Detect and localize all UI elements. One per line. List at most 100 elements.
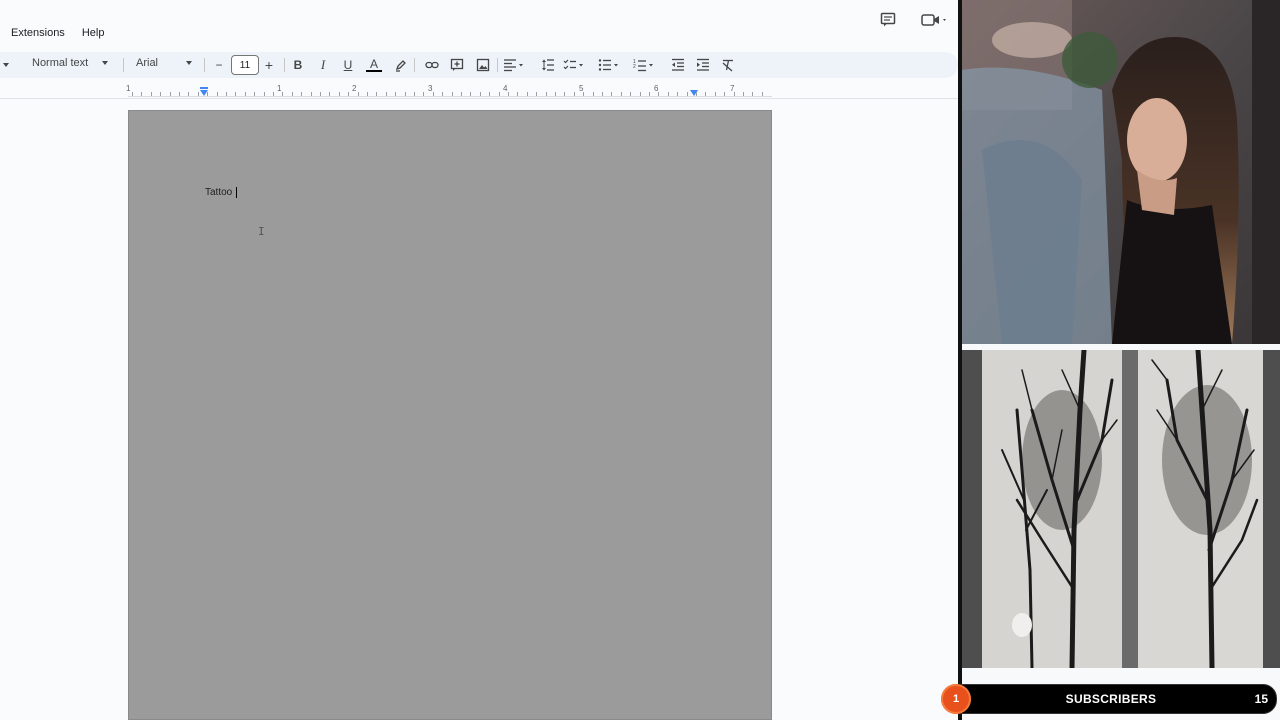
chevron-down-icon [186,61,193,65]
menu-help[interactable]: Help [76,27,111,39]
subscribers-counter-bar: 1 SUBSCRIBERS 15 [941,684,1277,714]
ruler-tick [423,92,424,96]
ruler-tick [245,92,246,96]
increase-indent-icon[interactable] [692,54,714,76]
ruler-tick [677,92,678,96]
ruler-tick [555,92,556,96]
decrease-indent-icon[interactable] [667,54,689,76]
font-select-value: Arial [136,57,159,69]
bulleted-list-icon[interactable] [598,54,620,76]
ruler-tick [508,92,509,96]
checklist-icon[interactable] [563,54,585,76]
style-select[interactable]: Normal text [32,57,109,69]
comment-history-icon[interactable] [878,10,898,30]
document-body-text[interactable]: Tattoo [205,187,238,198]
highlight-pen-icon[interactable] [390,54,412,76]
ruler-tick [358,92,359,96]
mode-menu-caret-icon[interactable] [0,54,12,76]
ruler-tick [724,92,725,96]
ruler-tick [564,92,565,96]
ruler-number: 3 [428,84,433,93]
ruler-tick [687,92,688,96]
ruler-tick [442,92,443,96]
mouse-ibeam-cursor-icon: I [258,225,265,238]
ruler-tick [734,92,735,96]
ruler-tick [762,92,763,96]
meet-video-icon[interactable] [920,10,950,30]
ruler-tick [574,92,575,96]
ruler-tick [235,92,236,96]
ruler-tick [339,92,340,96]
ruler-tick [452,92,453,96]
horizontal-ruler: 1 1 2 3 4 5 6 7 [0,84,958,98]
bold-button[interactable]: B [287,54,309,76]
document-page[interactable]: Tattoo I [128,110,772,720]
ruler-tick [593,92,594,96]
ruler-tick [226,92,227,96]
toolbar-divider [123,58,124,72]
line-spacing-icon[interactable] [537,54,559,76]
ruler-number: 1 [277,84,282,93]
ruler-tick [160,92,161,96]
ruler-tick [282,92,283,96]
text-color-button[interactable]: A [363,54,385,76]
ruler-tick [433,92,434,96]
decrease-font-size-button[interactable]: − [208,54,230,76]
ruler-tick [207,92,208,96]
menu-bar: Extensions Help [0,20,110,46]
ruler-tick [254,92,255,96]
text-cursor [236,187,238,198]
docs-app: Extensions Help Normal text Arial − 11 +… [0,0,960,720]
font-select[interactable]: Arial [136,57,193,69]
ruler-tick [264,92,265,96]
ruler-number: 1 [126,84,131,93]
ruler-tick [170,92,171,96]
ruler-tick [668,92,669,96]
first-line-indent-marker[interactable] [200,87,208,89]
subscribers-count: 15 [1254,692,1268,706]
ruler-baseline [128,96,772,97]
ruler-tick [649,92,650,96]
ruler-tick [715,92,716,96]
toolbar-divider [284,58,285,72]
ruler-tick [640,92,641,96]
numbered-list-icon[interactable]: 12 [633,54,655,76]
ruler-tick [621,92,622,96]
ruler-tick [470,92,471,96]
svg-text:2: 2 [633,64,636,70]
ruler-tick [376,92,377,96]
ruler-tick [141,92,142,96]
underline-button[interactable]: U [337,54,359,76]
ruler-tick [517,92,518,96]
align-left-icon[interactable] [503,54,525,76]
ruler-tick [658,92,659,96]
ruler-tick [583,92,584,96]
ruler-tick [179,92,180,96]
ruler-tick [602,92,603,96]
ruler-tick [499,92,500,96]
ruler-tick [132,92,133,96]
font-size-input[interactable]: 11 [231,55,259,75]
insert-image-icon[interactable] [472,54,494,76]
tree-tattoo-image [962,350,1280,668]
increase-font-size-button[interactable]: + [258,54,280,76]
top-right-actions [878,10,950,30]
ruler-tick [696,92,697,96]
ruler-tick [536,92,537,96]
link-icon[interactable] [421,54,443,76]
ruler-number: 2 [352,84,357,93]
ruler-number: 4 [503,84,508,93]
tattoo-reference-image [962,350,1280,668]
ruler-tick [480,92,481,96]
formatting-toolbar: Normal text Arial − 11 + B I U A 1 2 [0,52,958,78]
ruler-tick [752,92,753,96]
ruler-tick [301,92,302,96]
ruler-tick [198,92,199,96]
ruler-tick [367,92,368,96]
italic-button[interactable]: I [312,54,334,76]
menu-extensions[interactable]: Extensions [5,27,71,39]
toolbar-divider [414,58,415,72]
ruler-tick [461,92,462,96]
add-comment-icon[interactable] [446,54,468,76]
clear-formatting-icon[interactable] [717,54,739,76]
